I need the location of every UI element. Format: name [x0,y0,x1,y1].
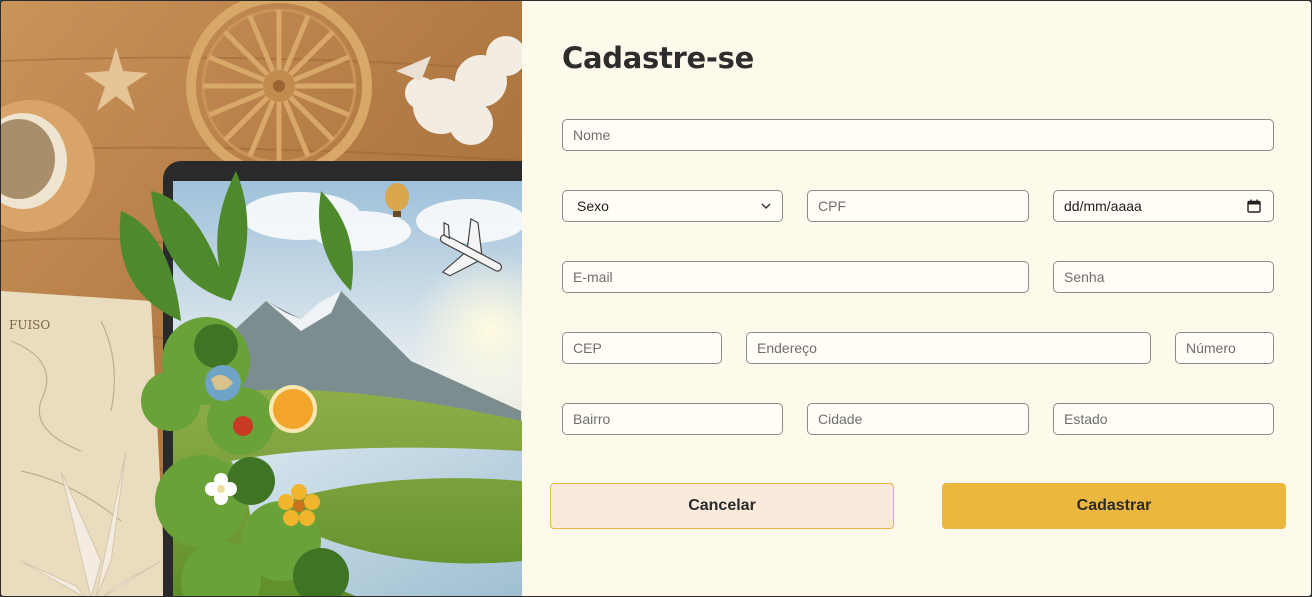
estado-input[interactable]: Estado [1053,403,1274,435]
cidade-input[interactable]: Cidade [807,403,1029,435]
senha-placeholder: Senha [1064,269,1105,285]
email-placeholder: E-mail [573,269,613,285]
birthdate-input[interactable]: dd/mm/aaaa [1053,190,1274,222]
cpf-input[interactable]: CPF [807,190,1029,222]
cep-placeholder: CEP [573,340,602,356]
numero-input[interactable]: Número [1175,332,1274,364]
bairro-placeholder: Bairro [573,411,611,427]
endereco-placeholder: Endereço [757,340,817,356]
travel-illustration: FUISO [1,1,522,596]
bairro-input[interactable]: Bairro [562,403,783,435]
sexo-select[interactable]: Sexo [562,190,783,222]
cidade-placeholder: Cidade [818,411,863,427]
nome-input[interactable]: Nome [562,119,1274,151]
birthdate-placeholder: dd/mm/aaaa [1064,198,1142,214]
calendar-icon[interactable] [1247,199,1261,213]
page-title: Cadastre-se [562,41,754,75]
cep-input[interactable]: CEP [562,332,722,364]
numero-placeholder: Número [1186,340,1236,356]
nome-placeholder: Nome [573,127,611,143]
estado-placeholder: Estado [1064,411,1108,427]
senha-input[interactable]: Senha [1053,261,1274,293]
cancel-button[interactable]: Cancelar [550,483,894,529]
signup-window: FUISO Cadastre-se Nome Sexo CPF dd/mm/aa… [0,0,1312,597]
chevron-down-icon [761,203,771,210]
svg-text:FUISO: FUISO [9,318,50,332]
signup-form-panel: Cadastre-se Nome Sexo CPF dd/mm/aaaa E-m… [522,1,1311,596]
email-input[interactable]: E-mail [562,261,1029,293]
sexo-selected-value: Sexo [577,198,609,214]
submit-button[interactable]: Cadastrar [942,483,1286,529]
cpf-placeholder: CPF [818,198,846,214]
endereco-input[interactable]: Endereço [746,332,1151,364]
